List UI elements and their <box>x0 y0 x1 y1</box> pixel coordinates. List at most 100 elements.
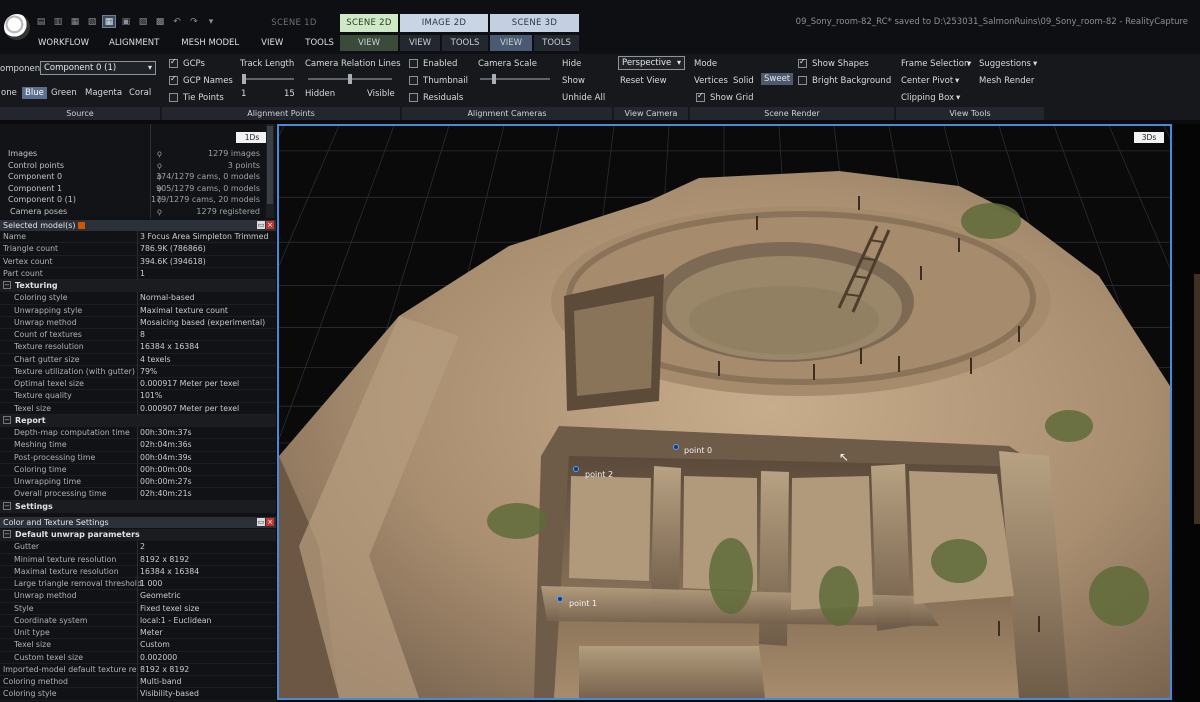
property-section[interactable]: − Default unwrap parameters <box>0 529 276 542</box>
model-render[interactable] <box>279 126 1170 698</box>
more-icon[interactable]: ▾ <box>204 15 218 28</box>
panel-pin-icon[interactable]: ▭ <box>257 518 265 526</box>
center-pivot-dropdown-icon[interactable]: ▾ <box>955 76 959 86</box>
property-row[interactable]: Optimal texel size 0.000917 Meter per tex… <box>0 378 276 391</box>
control-point-marker[interactable] <box>557 596 563 602</box>
component-select[interactable]: Component 0 (1) <box>40 61 156 75</box>
enabled-checkbox[interactable] <box>409 59 418 68</box>
collapse-icon[interactable]: − <box>3 415 11 424</box>
panel-1ds-tag[interactable]: 1Ds <box>236 132 268 143</box>
projection-select[interactable]: Perspective <box>618 56 685 70</box>
color-blue[interactable]: Blue <box>22 87 47 99</box>
camera-scale-slider[interactable] <box>480 74 550 84</box>
property-row[interactable]: Coloring time 00h:00m:00s <box>0 463 276 476</box>
layout-4-icon[interactable]: ▧ <box>85 15 99 28</box>
property-row[interactable]: Vertex count 394.6K (394618) <box>0 255 276 268</box>
menu-workflow[interactable]: WORKFLOW <box>38 38 89 48</box>
property-row[interactable]: Unit type Meter <box>0 627 276 640</box>
color-coral[interactable]: Coral <box>126 87 154 99</box>
layout-3-icon[interactable]: ▦ <box>68 15 82 28</box>
menu-view[interactable]: VIEW <box>261 38 283 48</box>
unhide-all-button[interactable]: Unhide All <box>562 93 605 103</box>
app-logo-icon[interactable] <box>4 14 30 40</box>
property-row[interactable]: Gutter 2 <box>0 541 276 554</box>
residuals-checkbox[interactable] <box>409 93 418 102</box>
panel-close-icon[interactable]: × <box>266 518 274 526</box>
control-point-marker[interactable] <box>673 444 679 450</box>
property-row[interactable]: Texture utilization (with gutter) 79% <box>0 365 276 378</box>
camera-relation-lines-slider[interactable] <box>308 74 392 84</box>
property-row[interactable]: Coloring method Multi-band <box>0 676 276 689</box>
layout-2-icon[interactable]: ▥ <box>51 15 65 28</box>
color-magenta[interactable]: Magenta <box>82 87 125 99</box>
tree-item[interactable]: Control points ϙ 3 points <box>0 161 262 173</box>
image2d-view-tab[interactable]: VIEW <box>400 35 440 51</box>
property-row[interactable]: Texture resolution 16384 x 16384 <box>0 341 276 354</box>
property-row[interactable]: Depth-map computation time 00h:30m:37s <box>0 427 276 440</box>
panel-pin-icon[interactable]: ▭ <box>257 221 265 229</box>
property-row[interactable]: Overall processing time 02h:40m:21s <box>0 488 276 501</box>
gcp-names-checkbox[interactable] <box>169 74 178 85</box>
property-row[interactable]: Coloring style Visibility-based <box>0 688 276 701</box>
layout-7-icon[interactable]: ▨ <box>136 15 150 28</box>
tab-scene-3d[interactable]: SCENE 3D <box>490 14 579 32</box>
tree-item[interactable]: Component 0 ϙ 374/1279 cams, 0 models <box>0 172 262 184</box>
tree-item[interactable]: Component 0 (1) ϙ 179/1279 cams, 20 models <box>0 195 262 207</box>
gcps-checkbox[interactable] <box>169 57 178 68</box>
suggestions-dropdown-icon[interactable]: ▾ <box>1033 59 1037 69</box>
property-row[interactable]: Coordinate system local:1 - Euclidean <box>0 614 276 627</box>
track-length-slider[interactable] <box>242 74 294 84</box>
menu-tools[interactable]: TOOLS <box>305 38 334 48</box>
redo-icon[interactable]: ↷ <box>187 15 201 28</box>
collapse-icon[interactable]: − <box>3 530 11 538</box>
property-section[interactable]: − Report <box>0 414 276 427</box>
property-row[interactable]: Unwrap method Geometric <box>0 590 276 603</box>
property-row[interactable]: Unwrap method Mosaicing based (experiment… <box>0 316 276 329</box>
property-row[interactable]: Minimal texture resolution 8192 x 8192 <box>0 553 276 566</box>
color-none[interactable]: one <box>0 87 20 99</box>
tree-scrollbar[interactable] <box>266 124 274 218</box>
property-section[interactable]: − Texturing <box>0 280 276 293</box>
property-row[interactable]: Style Fixed texel size <box>0 602 276 615</box>
frame-selection-dropdown-icon[interactable]: ▾ <box>967 59 971 69</box>
control-point-marker[interactable] <box>573 466 579 472</box>
undo-icon[interactable]: ↶ <box>170 15 184 28</box>
show-grid-checkbox[interactable] <box>696 91 705 102</box>
thumbnail-checkbox[interactable] <box>409 76 418 85</box>
property-row[interactable]: Unwrapping time 00h:00m:27s <box>0 476 276 489</box>
property-row[interactable]: Imported-model default texture res... 819… <box>0 663 276 676</box>
reset-view-button[interactable]: Reset View <box>620 76 667 86</box>
property-row[interactable]: Meshing time 02h:04m:36s <box>0 439 276 452</box>
property-row[interactable]: Coloring style Normal-based <box>0 292 276 305</box>
suggestions-button[interactable]: Suggestions <box>979 59 1031 69</box>
tree-item[interactable]: Camera poses ϙ 1279 registered <box>0 207 262 219</box>
collapse-icon[interactable]: − <box>3 281 11 289</box>
vertices-button[interactable]: Vertices <box>694 76 728 86</box>
show-shapes-checkbox[interactable] <box>798 57 807 68</box>
mesh-render-button[interactable]: Mesh Render <box>979 76 1034 86</box>
menu-mesh-model[interactable]: MESH MODEL <box>181 38 239 48</box>
tab-scene-1d[interactable]: SCENE 1D <box>250 14 338 32</box>
frame-selection-button[interactable]: Frame Selection <box>901 59 969 69</box>
tie-points-checkbox[interactable] <box>169 93 178 102</box>
panel-3ds-tag[interactable]: 3Ds <box>1134 132 1164 143</box>
property-row[interactable]: Unwrapping style Maximal texture count <box>0 304 276 317</box>
collapse-icon[interactable]: − <box>3 501 11 510</box>
property-row[interactable]: Texel size 0.000907 Meter per texel <box>0 402 276 415</box>
property-row[interactable]: Triangle count 786.9K (786866) <box>0 243 276 256</box>
center-pivot-button[interactable]: Center Pivot <box>901 76 953 86</box>
solid-button[interactable]: Solid <box>733 76 754 86</box>
property-row[interactable]: Post-processing time 00h:04m:39s <box>0 451 276 464</box>
layout-8-icon[interactable]: ▩ <box>153 15 167 28</box>
clipping-box-dropdown-icon[interactable]: ▾ <box>956 93 960 103</box>
layout-active-icon[interactable]: ▦ <box>102 15 116 28</box>
show-button[interactable]: Show <box>562 76 585 86</box>
layout-1-icon[interactable]: ▤ <box>34 15 48 28</box>
property-row[interactable]: Chart gutter size 4 texels <box>0 353 276 366</box>
property-row[interactable]: Texel size Custom <box>0 639 276 652</box>
property-section[interactable]: − Settings <box>0 500 276 513</box>
property-row[interactable]: Count of textures 8 <box>0 329 276 342</box>
layout-6-icon[interactable]: ▣ <box>119 15 133 28</box>
bright-background-checkbox[interactable] <box>798 76 807 85</box>
tab-image-2d[interactable]: IMAGE 2D <box>400 14 488 32</box>
